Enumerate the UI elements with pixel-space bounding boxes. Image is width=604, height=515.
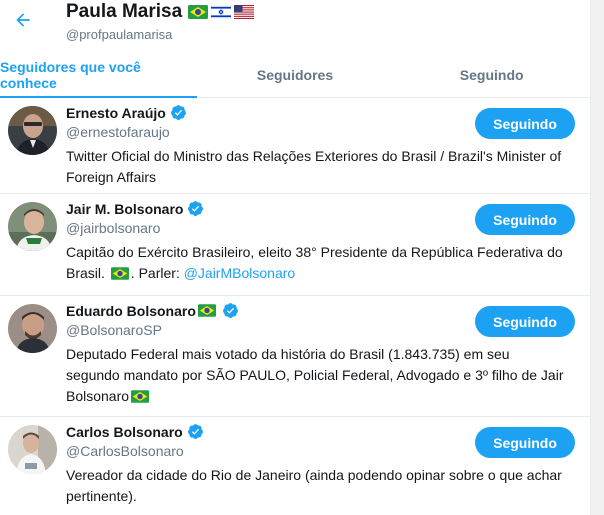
user-cell[interactable]: Carlos Bolsonaro @CarlosBolsonaro Seguin… — [0, 417, 590, 515]
tab-label: Seguidores — [256, 67, 334, 83]
user-name: Eduardo Bolsonaro — [66, 302, 196, 319]
user-name-row[interactable]: Eduardo Bolsonaro — [66, 302, 239, 319]
flag-brazil-icon — [110, 267, 129, 280]
flag-brazil-icon — [188, 5, 209, 19]
profile-flags — [188, 5, 255, 19]
tab-label: Seguidores que você conhece — [0, 59, 141, 91]
user-bio: Deputado Federal mais votado da história… — [66, 344, 566, 407]
avatar[interactable] — [8, 304, 57, 353]
verified-badge-icon — [222, 303, 238, 318]
user-name-row[interactable]: Ernesto Araújo — [66, 104, 187, 121]
following-button[interactable]: Seguindo — [475, 204, 575, 235]
verified-badge-icon — [187, 424, 203, 439]
bio-text-after: . Parler: — [130, 265, 180, 281]
user-name-row[interactable]: Jair M. Bolsonaro — [66, 200, 204, 217]
following-button[interactable]: Seguindo — [475, 108, 575, 139]
user-name: Ernesto Araújo — [66, 104, 166, 121]
user-cell[interactable]: Eduardo Bolsonaro @BolsonaroSP Seguindo … — [0, 296, 590, 417]
user-cell[interactable]: Ernesto Araújo @ernestofaraujo Seguindo … — [0, 98, 590, 194]
user-handle: @CarlosBolsonaro — [66, 443, 184, 459]
flag-usa-icon — [234, 5, 255, 19]
user-name: Carlos Bolsonaro — [66, 423, 183, 440]
flag-brazil-icon — [131, 390, 150, 403]
flag-israel-icon — [211, 5, 232, 19]
profile-name-row: Paula Marisa — [66, 1, 255, 23]
user-bio: Twitter Oficial do Ministro das Relações… — [66, 148, 562, 185]
tab-bar: Seguidores que você conhece Seguidores S… — [0, 53, 590, 98]
profile-name: Paula Marisa — [66, 1, 183, 22]
avatar[interactable] — [8, 202, 57, 251]
user-bio: Vereador da cidade do Rio de Janeiro (ai… — [66, 467, 562, 504]
following-button[interactable]: Seguindo — [475, 427, 575, 458]
profile-header: Paula Marisa @profpaulamarisa — [0, 0, 590, 50]
profile-handle: @profpaulamarisa — [66, 27, 173, 42]
arrow-left-icon — [16, 13, 30, 27]
following-button[interactable]: Seguindo — [475, 306, 575, 337]
tab-followers[interactable]: Seguidores — [197, 53, 394, 97]
following-page: Paula Marisa @profpaulamarisa Seguidores… — [0, 0, 591, 515]
user-bio: Capitão do Exército Brasileiro, eleito 3… — [66, 242, 566, 284]
user-name: Jair M. Bolsonaro — [66, 200, 184, 217]
parler-link[interactable]: @JairMBolsonaro — [184, 265, 295, 281]
flag-brazil-icon — [197, 304, 216, 317]
verified-badge-icon — [170, 105, 186, 120]
user-handle: @ernestofaraujo — [66, 124, 170, 140]
tab-label: Seguindo — [459, 67, 524, 83]
tab-followers-you-know[interactable]: Seguidores que você conhece — [0, 53, 197, 98]
verified-badge-icon — [188, 201, 204, 216]
user-handle: @BolsonaroSP — [66, 322, 162, 338]
scrollbar[interactable] — [591, 0, 604, 515]
user-cell[interactable]: Jair M. Bolsonaro @jairbolsonaro Seguind… — [0, 194, 590, 296]
avatar[interactable] — [8, 425, 57, 474]
back-button[interactable] — [8, 5, 38, 35]
user-name-row[interactable]: Carlos Bolsonaro — [66, 423, 204, 440]
avatar[interactable] — [8, 106, 57, 155]
tab-following[interactable]: Seguindo — [393, 53, 590, 97]
user-handle: @jairbolsonaro — [66, 220, 161, 236]
